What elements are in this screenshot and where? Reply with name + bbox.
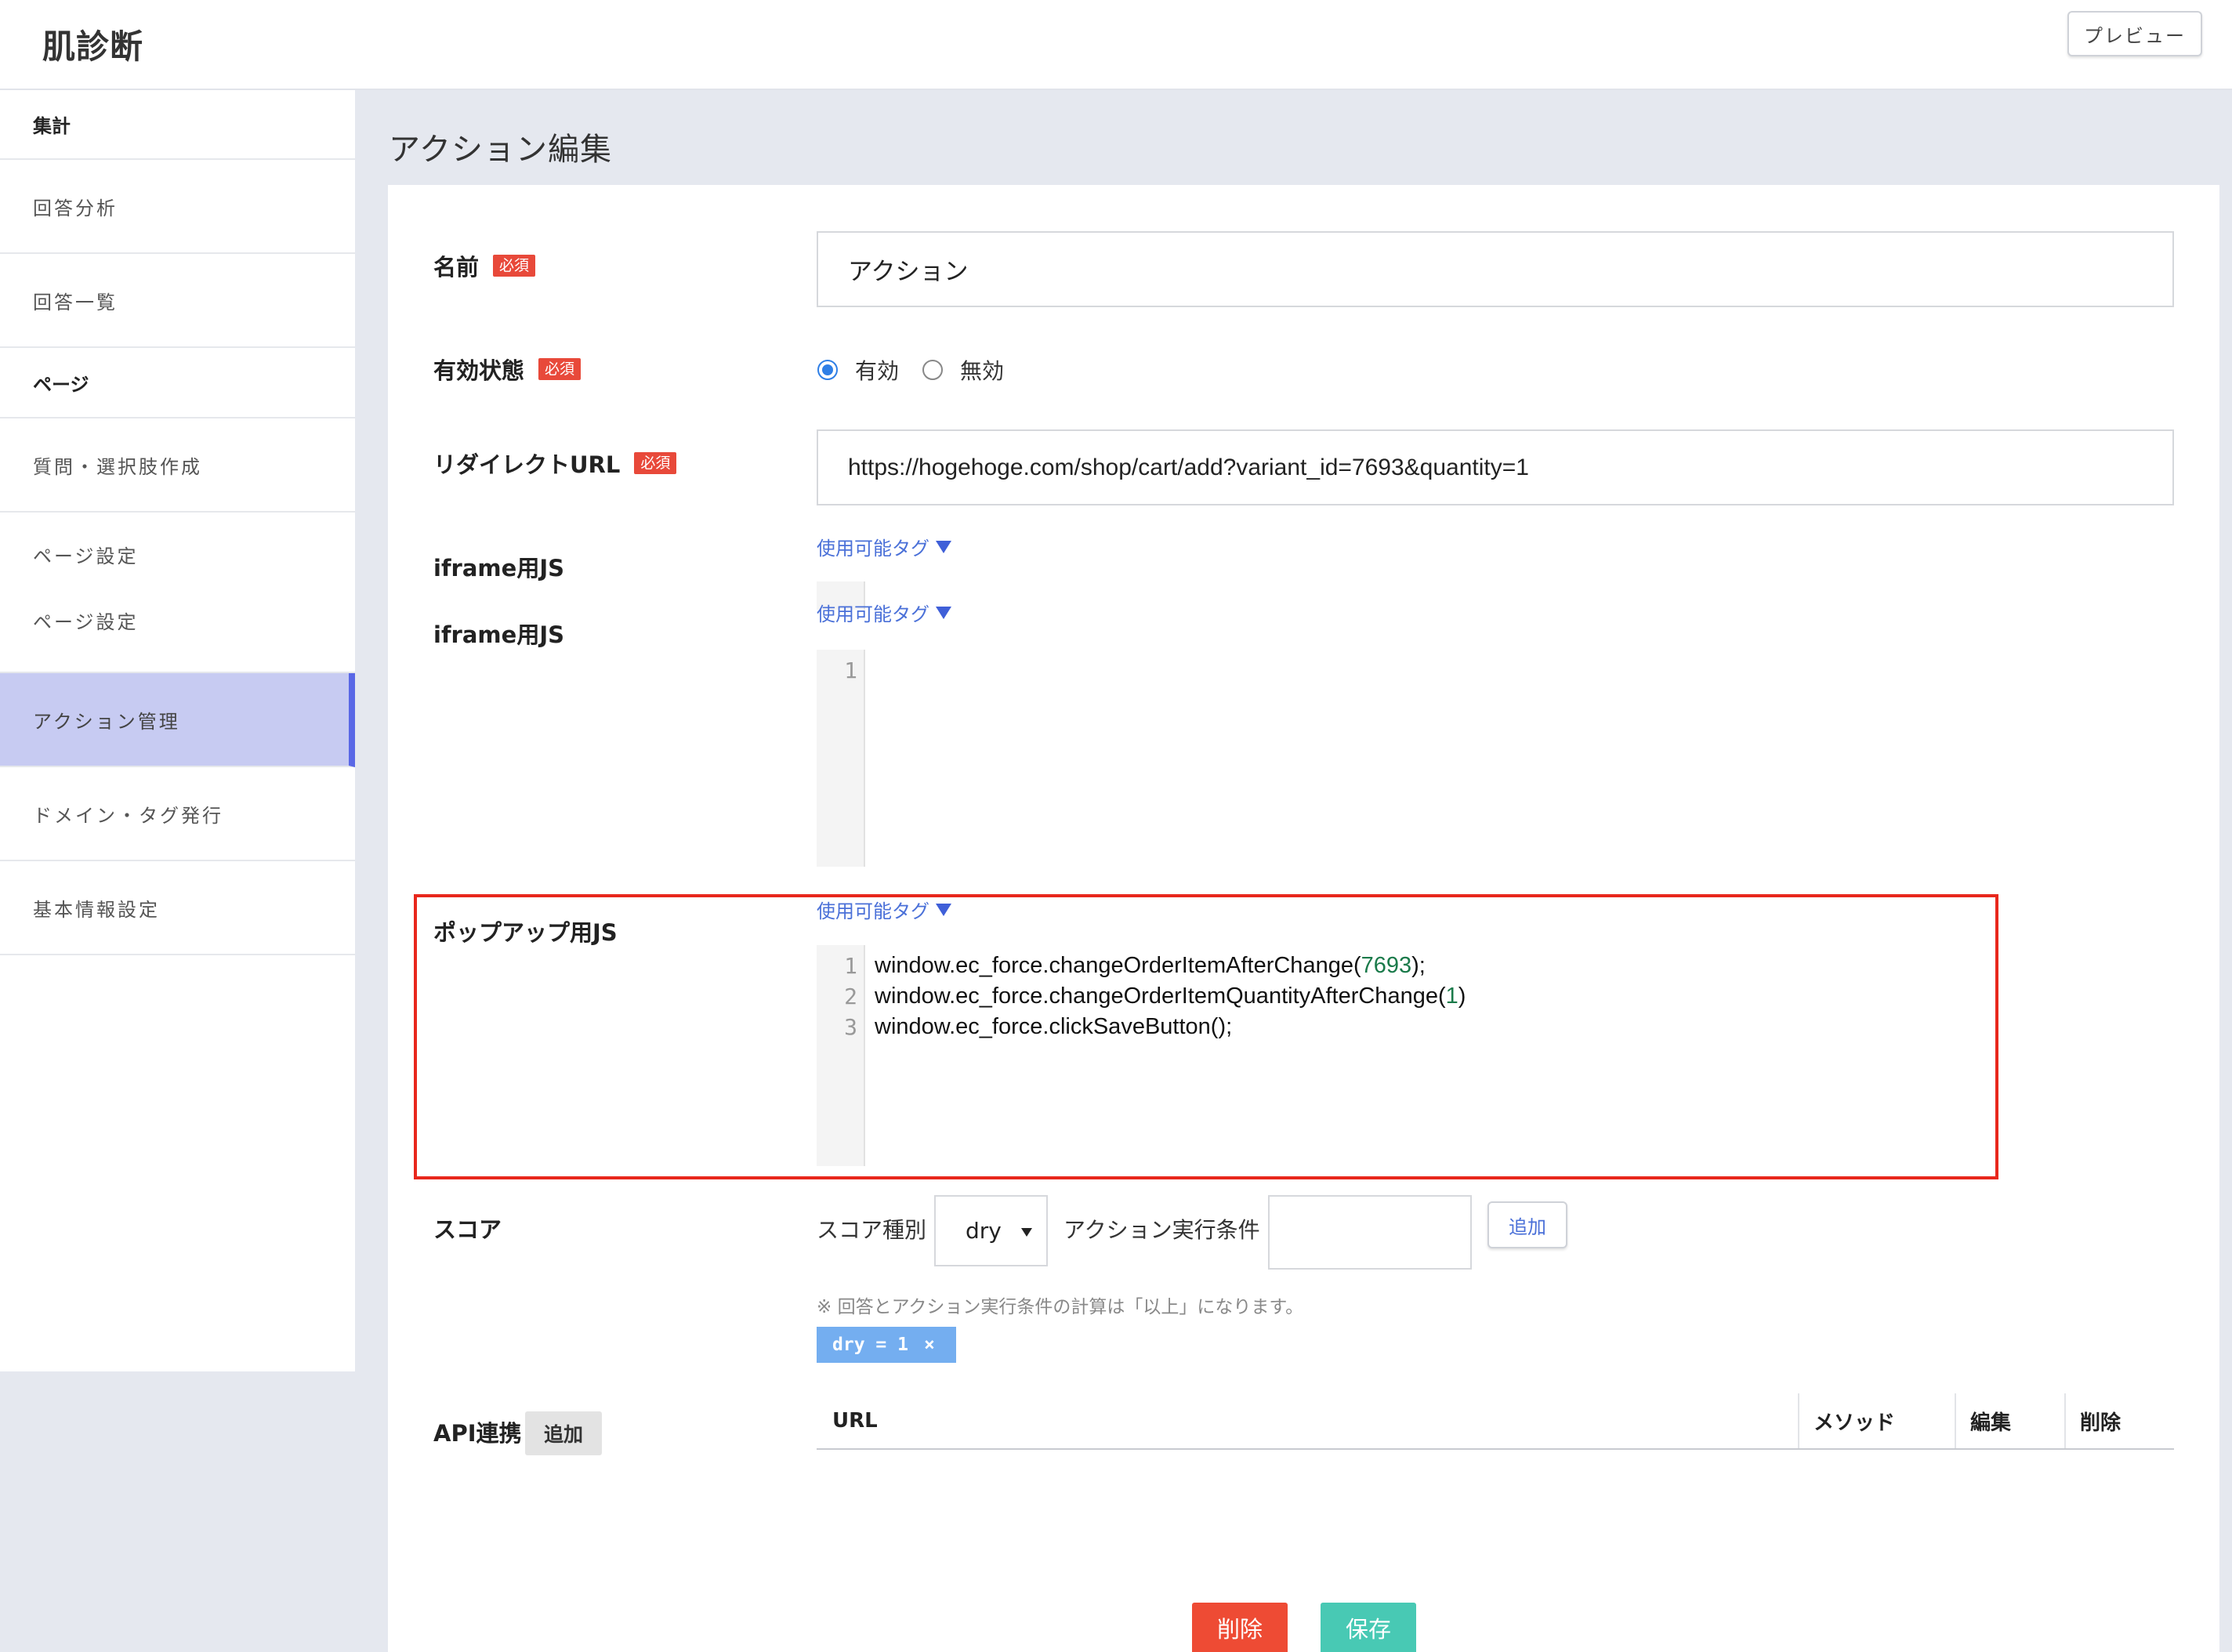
sidebar-item-basic-info[interactable]: 基本情報設定 (0, 861, 355, 955)
triangle-down-icon (936, 540, 951, 553)
iframe-js-label-2: iframe用JS (433, 621, 564, 648)
available-tags-text: 使用可能タグ (817, 538, 929, 560)
sidebar-item-question-create[interactable]: 質問・選択肢作成 (0, 418, 355, 513)
code-text: window.ec_force.changeOrderItemAfterChan… (875, 953, 1361, 978)
code-line: window.ec_force.changeOrderItemAfterChan… (875, 953, 1426, 979)
radio-disabled[interactable]: 無効 (922, 354, 1004, 386)
iframe-js-label-1: iframe用JS (433, 555, 564, 581)
sidebar-item-page-settings-group: ページ設定 ページ設定 (0, 513, 355, 673)
column-url: URL (832, 1409, 878, 1433)
available-tags-text: 使用可能タグ (817, 900, 929, 922)
code-text: window.ec_force.clickSaveButton(); (875, 1014, 1233, 1039)
line-number: 1 (844, 953, 857, 979)
code-text: ) (1458, 984, 1466, 1009)
available-tags-toggle-1[interactable]: 使用可能タグ (817, 533, 951, 560)
available-tags-toggle-3[interactable]: 使用可能タグ (817, 896, 951, 923)
api-add-button[interactable]: 追加 (525, 1411, 602, 1455)
triangle-down-icon (936, 903, 951, 916)
column-method: メソッド (1814, 1411, 1896, 1435)
redirect-url-label-text: リダイレクトURL (433, 451, 621, 478)
line-gutter: 1 (817, 650, 865, 867)
required-badge: 必須 (538, 358, 582, 380)
triangle-down-icon (936, 606, 951, 619)
column-divider (1798, 1393, 1799, 1448)
code-text: ); (1411, 953, 1426, 978)
score-type-label: スコア種別 (817, 1217, 927, 1243)
available-tags-text: 使用可能タグ (817, 603, 929, 625)
required-badge: 必須 (634, 452, 677, 474)
column-divider (2064, 1393, 2066, 1448)
caret-down-icon (1021, 1228, 1032, 1237)
popup-js-label: ポップアップ用JS (433, 919, 618, 946)
sidebar-item-page-settings-2[interactable]: ページ設定 (33, 607, 139, 634)
sidebar-section-aggregate: 集計 (0, 90, 355, 160)
column-delete: 削除 (2080, 1411, 2121, 1435)
score-type-select[interactable]: dry (934, 1195, 1048, 1266)
column-edit: 編集 (1970, 1411, 2012, 1435)
top-header: 肌診断 プレビュー (0, 0, 2232, 90)
delete-button[interactable]: 削除 (1192, 1603, 1288, 1652)
radio-disabled-label: 無効 (960, 358, 1005, 384)
status-label: 有効状態 必須 (433, 353, 582, 386)
redirect-url-label: リダイレクトURL 必須 (433, 447, 677, 480)
score-type-value: dry (966, 1218, 1002, 1244)
code-line: window.ec_force.clickSaveButton(); (875, 1014, 1232, 1040)
line-gutter: 1 2 3 (817, 945, 865, 1166)
api-table-header: URL メソッド 編集 削除 (817, 1393, 2174, 1450)
line-number: 2 (844, 984, 857, 1009)
action-condition-label: アクション実行条件 (1063, 1217, 1260, 1243)
save-button[interactable]: 保存 (1321, 1603, 1416, 1652)
name-input[interactable]: アクション (817, 231, 2174, 307)
radio-enabled[interactable]: 有効 (817, 354, 899, 386)
status-label-text: 有効状態 (433, 357, 525, 384)
sidebar-item-answer-analysis[interactable]: 回答分析 (0, 160, 355, 254)
iframe-js-editor-2[interactable]: 1 (817, 650, 2174, 867)
preview-button[interactable]: プレビュー (2067, 11, 2202, 56)
name-label-text: 名前 (433, 254, 480, 281)
available-tags-toggle-2[interactable]: 使用可能タグ (817, 599, 951, 626)
app-title: 肌診断 (42, 27, 144, 66)
action-condition-input[interactable] (1268, 1195, 1472, 1270)
sidebar-item-page-settings[interactable]: ページ設定 (33, 541, 139, 568)
close-icon[interactable]: × (924, 1335, 935, 1355)
score-calculation-note: ※ 回答とアクション実行条件の計算は「以上」になります。 (817, 1297, 1304, 1317)
api-label: API連携 (433, 1420, 522, 1447)
score-add-button[interactable]: 追加 (1487, 1201, 1567, 1248)
radio-enabled-label: 有効 (855, 358, 900, 384)
sidebar: 集計 回答分析 回答一覧 ページ 質問・選択肢作成 ページ設定 ページ設定 アク… (0, 90, 355, 1371)
code-number: 7693 (1361, 953, 1412, 978)
redirect-url-input[interactable]: https://hogehoge.com/shop/cart/add?varia… (817, 429, 2174, 505)
name-label: 名前 必須 (433, 249, 536, 282)
score-label: スコア (433, 1216, 502, 1243)
line-number: 3 (844, 1014, 857, 1040)
line-number: 1 (844, 658, 857, 683)
score-condition-chip: dry = 1 × (817, 1327, 956, 1363)
column-divider (1955, 1393, 1956, 1448)
sidebar-item-action-management[interactable]: アクション管理 (0, 673, 355, 767)
required-badge: 必須 (493, 255, 536, 277)
code-line: window.ec_force.changeOrderItemQuantityA… (875, 984, 1466, 1009)
code-number: 1 (1445, 984, 1458, 1009)
popup-js-editor[interactable]: 1 2 3 window.ec_force.changeOrderItemAft… (817, 945, 1961, 1166)
sidebar-section-page: ページ (0, 348, 355, 418)
radio-enabled-control[interactable] (817, 360, 838, 380)
radio-disabled-control[interactable] (922, 360, 943, 380)
chip-text: dry = 1 (832, 1335, 908, 1355)
sidebar-item-answer-list[interactable]: 回答一覧 (0, 254, 355, 348)
sidebar-item-domain-tag[interactable]: ドメイン・タグ発行 (0, 767, 355, 861)
code-text: window.ec_force.changeOrderItemQuantityA… (875, 984, 1446, 1009)
page-title: アクション編集 (389, 132, 612, 168)
